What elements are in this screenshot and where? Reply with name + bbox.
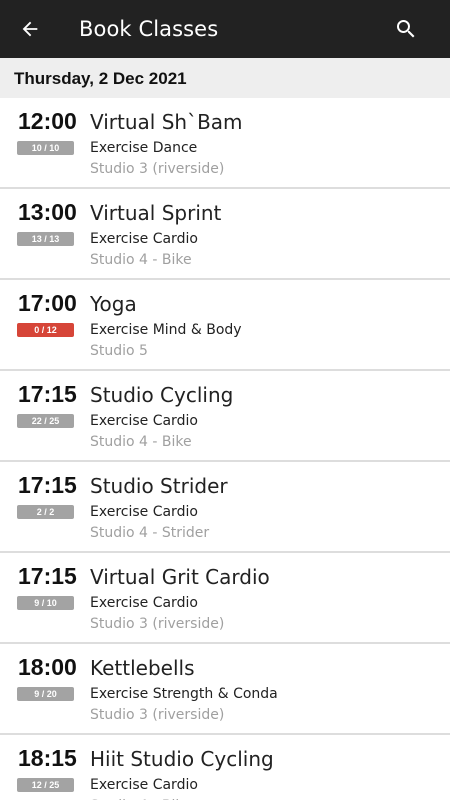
class-category: Exercise Cardio bbox=[90, 504, 198, 520]
class-location: Studio 4 - Strider bbox=[90, 525, 210, 541]
capacity-badge: 22 / 25 bbox=[17, 414, 74, 428]
search-button[interactable] bbox=[386, 10, 426, 48]
class-location: Studio 3 (riverside) bbox=[90, 707, 225, 723]
page-title: Book Classes bbox=[79, 17, 219, 41]
class-row[interactable]: 17:15 22 / 25 Studio Cycling Exercise Cardi… bbox=[0, 371, 450, 462]
class-row[interactable]: 18:00 9 / 20 Kettlebells Exercise Strength … bbox=[0, 644, 450, 735]
capacity-badge: 10 / 10 bbox=[17, 141, 74, 155]
class-name: Studio Strider bbox=[90, 474, 228, 498]
class-row[interactable]: 12:00 10 / 10 Virtual Sh`Bam Exercise Dance… bbox=[0, 98, 450, 189]
date-header: Thursday, 2 Dec 2021 bbox=[0, 58, 450, 98]
class-location: Studio 3 (riverside) bbox=[90, 616, 225, 632]
class-location: Studio 4 - Bike bbox=[90, 434, 192, 450]
capacity-badge: 0 / 12 bbox=[17, 323, 74, 337]
class-location: Studio 5 bbox=[90, 343, 148, 359]
class-time: 18:00 bbox=[18, 654, 77, 680]
date-label: Thursday, 2 Dec 2021 bbox=[14, 69, 187, 88]
class-row[interactable]: 17:15 9 / 10 Virtual Grit Cardio Exercise C… bbox=[0, 553, 450, 644]
capacity-badge: 13 / 13 bbox=[17, 232, 74, 246]
class-time: 12:00 bbox=[18, 108, 77, 134]
class-time: 17:15 bbox=[18, 472, 77, 498]
capacity-badge: 9 / 20 bbox=[17, 687, 74, 701]
class-category: Exercise Strength & Conda bbox=[90, 686, 278, 702]
capacity-badge: 12 / 25 bbox=[17, 778, 74, 792]
class-category: Exercise Mind & Body bbox=[90, 322, 242, 338]
class-list: 12:00 10 / 10 Virtual Sh`Bam Exercise Dance… bbox=[0, 98, 450, 800]
class-name: Studio Cycling bbox=[90, 383, 234, 407]
class-row[interactable]: 17:00 0 / 12 Yoga Exercise Mind & Body Studi… bbox=[0, 280, 450, 371]
class-name: Kettlebells bbox=[90, 656, 195, 680]
search-icon bbox=[397, 20, 415, 38]
app-screen: Book Classes Thursday, 2 Dec 2021 12:00 1… bbox=[0, 0, 450, 800]
class-time: 13:00 bbox=[18, 199, 77, 225]
capacity-badge: 9 / 10 bbox=[17, 596, 74, 610]
class-row[interactable]: 17:15 2 / 2 Studio Strider Exercise Cardio S… bbox=[0, 462, 450, 553]
class-time: 17:15 bbox=[18, 381, 77, 407]
class-row[interactable]: 18:15 12 / 25 Hiit Studio Cycling Exercise … bbox=[0, 735, 450, 800]
class-category: Exercise Dance bbox=[90, 140, 198, 156]
class-name: Virtual Grit Cardio bbox=[90, 565, 270, 589]
class-time: 17:15 bbox=[18, 563, 77, 589]
class-category: Exercise Cardio bbox=[90, 231, 198, 247]
class-category: Exercise Cardio bbox=[90, 413, 198, 429]
class-category: Exercise Cardio bbox=[90, 777, 198, 793]
class-time: 17:00 bbox=[18, 290, 77, 316]
class-name: Yoga bbox=[90, 292, 137, 316]
class-name: Hiit Studio Cycling bbox=[90, 747, 274, 771]
class-category: Exercise Cardio bbox=[90, 595, 198, 611]
app-bar: Book Classes bbox=[0, 0, 450, 58]
class-name: Virtual Sprint bbox=[90, 201, 222, 225]
capacity-badge: 2 / 2 bbox=[17, 505, 74, 519]
class-name: Virtual Sh`Bam bbox=[90, 110, 243, 134]
arrow-left-icon bbox=[22, 21, 38, 37]
class-row[interactable]: 13:00 13 / 13 Virtual Sprint Exercise Cardi… bbox=[0, 189, 450, 280]
class-location: Studio 4 - Bike bbox=[90, 252, 192, 268]
class-time: 18:15 bbox=[18, 745, 77, 771]
back-button[interactable] bbox=[10, 9, 50, 49]
class-location: Studio 3 (riverside) bbox=[90, 161, 225, 177]
